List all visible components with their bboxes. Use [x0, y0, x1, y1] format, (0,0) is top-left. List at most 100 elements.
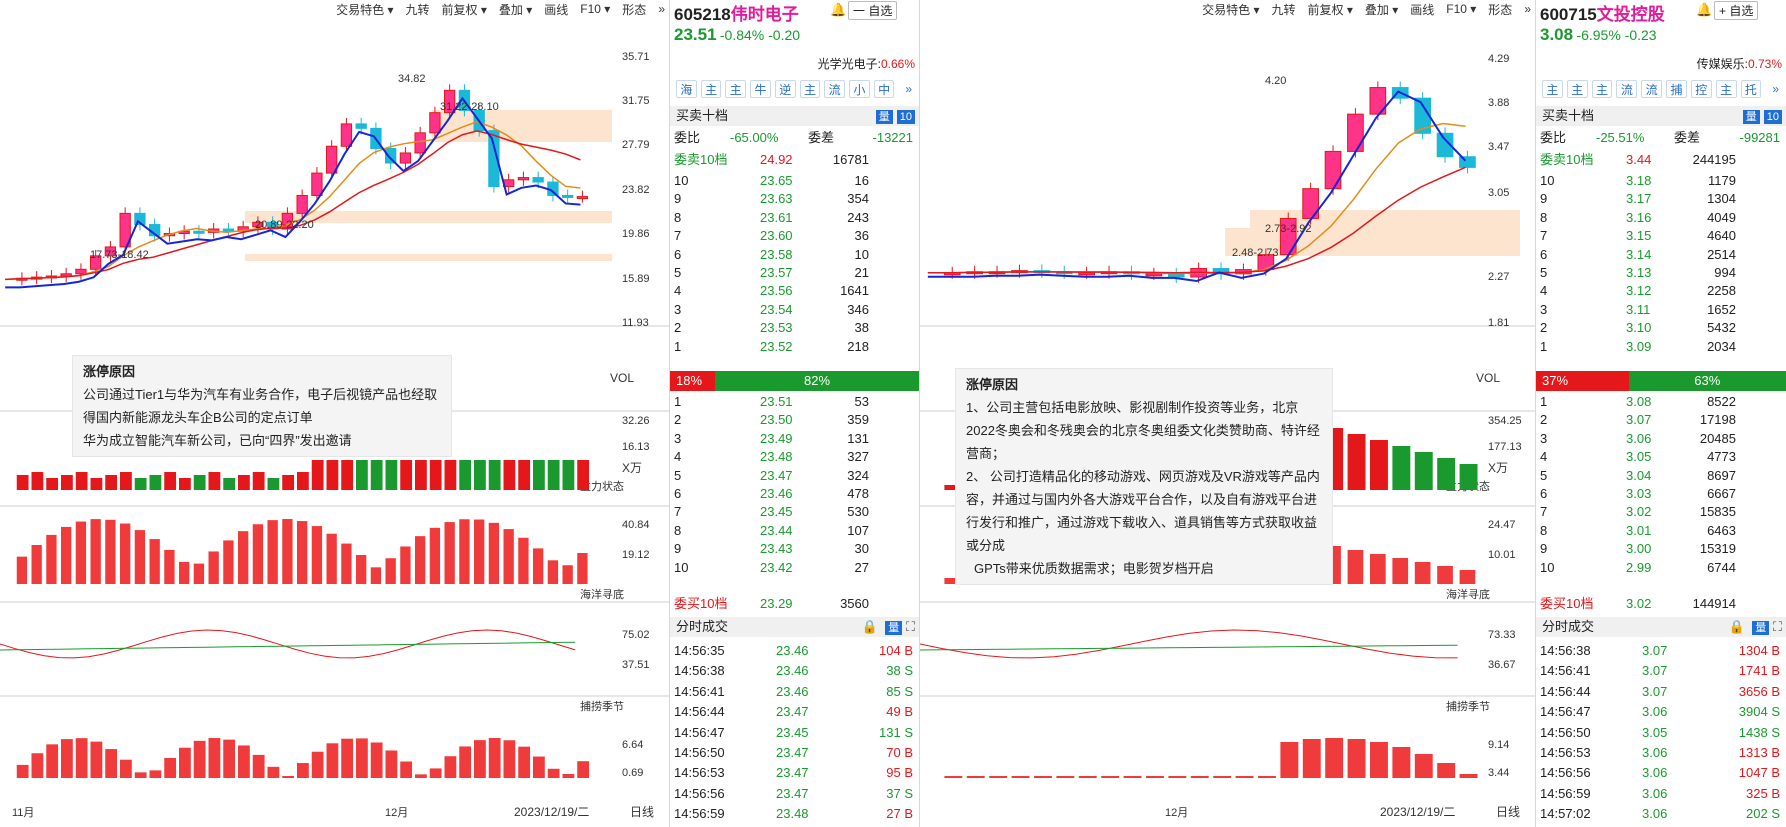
- depth-chip[interactable]: 10: [896, 110, 915, 124]
- volume-bar: [385, 460, 398, 490]
- indicator-tab[interactable]: 主: [1542, 80, 1563, 98]
- ask-row[interactable]: 6 3.14 2514: [1536, 246, 1786, 264]
- ask-row[interactable]: 2 23.53 38: [670, 319, 919, 337]
- bid-level: 1: [1540, 394, 1548, 409]
- lock-icon[interactable]: 🔒 量 ⛶: [1728, 617, 1782, 637]
- osc-axis-label: 36.67: [1488, 659, 1516, 671]
- volume-chip[interactable]: 量: [875, 110, 893, 124]
- indicator-tab[interactable]: 流: [824, 80, 846, 98]
- bid-row[interactable]: 9 3.00 15319: [1536, 540, 1786, 558]
- toolbar-item[interactable]: 叠加 ▾: [499, 1, 532, 18]
- ask-row[interactable]: 7 3.15 4640: [1536, 227, 1786, 245]
- bid-row[interactable]: 10 2.99 6744: [1536, 559, 1786, 577]
- toolbar-item[interactable]: 形态: [622, 1, 646, 18]
- ask-row[interactable]: 6 23.58 10: [670, 246, 919, 264]
- bid-row[interactable]: 4 3.05 4773: [1536, 448, 1786, 466]
- bid-volume: 6463: [1707, 522, 1736, 538]
- toolbar-item[interactable]: 九转: [406, 1, 430, 18]
- ask-row[interactable]: 2 3.10 5432: [1536, 319, 1786, 337]
- toolbar-item[interactable]: 九转: [1272, 1, 1296, 18]
- bid-row[interactable]: 2 23.50 359: [670, 411, 919, 429]
- toolbar-more-icon[interactable]: »: [1524, 2, 1531, 16]
- ask-row[interactable]: 9 3.17 1304: [1536, 190, 1786, 208]
- candlestick: [193, 230, 205, 234]
- toolbar-item[interactable]: 前复权 ▾: [1308, 1, 1353, 18]
- right-chart-panel[interactable]: 交易特色 ▾ 九转 前复权 ▾ 叠加 ▾ 画线 F10 ▾ 形态 » 4.29 3.88 3.47…: [920, 0, 1536, 827]
- ask-row[interactable]: 8 23.61 243: [670, 209, 919, 227]
- bid-row[interactable]: 9 23.43 30: [670, 540, 919, 558]
- bid-row[interactable]: 4 23.48 327: [670, 448, 919, 466]
- ask-row[interactable]: 9 23.63 354: [670, 190, 919, 208]
- bid-row[interactable]: 8 23.44 107: [670, 522, 919, 540]
- volume-chip[interactable]: 量: [1742, 110, 1760, 124]
- toolbar-item[interactable]: F10 ▾: [580, 2, 610, 16]
- depth-chip[interactable]: 10: [1763, 110, 1782, 124]
- indicator-tab[interactable]: 主: [799, 80, 821, 98]
- bid-volume: 20485: [1699, 430, 1736, 446]
- volume-chip[interactable]: 量: [885, 621, 903, 635]
- bid-row[interactable]: 3 3.06 20485: [1536, 430, 1786, 448]
- bid-row[interactable]: 1 3.08 8522: [1536, 393, 1786, 411]
- toolbar-item[interactable]: F10 ▾: [1446, 2, 1476, 16]
- indicator-tab[interactable]: 逆: [774, 80, 796, 98]
- bid-price: 23.46: [760, 486, 793, 501]
- indicator-tab[interactable]: 牛: [750, 80, 771, 98]
- watchlist-button[interactable]: + 自选: [1714, 1, 1759, 20]
- toolbar-more-icon[interactable]: »: [658, 2, 665, 16]
- bid-row[interactable]: 3 23.49 131: [670, 430, 919, 448]
- ask-row[interactable]: 8 3.16 4049: [1536, 209, 1786, 227]
- bid-row[interactable]: 7 23.45 530: [670, 503, 919, 521]
- volume-bar: [120, 472, 132, 490]
- indicator-tab[interactable]: 流: [1616, 80, 1638, 98]
- ask-row[interactable]: 7 23.60 36: [670, 227, 919, 245]
- indicator-tab[interactable]: 主: [725, 80, 747, 98]
- toolbar-item[interactable]: 交易特色 ▾: [1202, 1, 1259, 18]
- ask-row[interactable]: 1 3.09 2034: [1536, 338, 1786, 356]
- indicator-tab[interactable]: 捕: [1666, 80, 1687, 98]
- expand-icon[interactable]: »: [898, 80, 919, 98]
- left-chart-panel[interactable]: 交易特色 ▾ 九转 前复权 ▾ 叠加 ▾ 画线 F10 ▾ 形态 » 35.71 31.75 27…: [0, 0, 670, 827]
- indicator-tab[interactable]: 中: [873, 80, 895, 98]
- indicator-tab[interactable]: 主: [700, 80, 722, 98]
- expand-icon[interactable]: »: [1765, 80, 1786, 98]
- toolbar-item[interactable]: 形态: [1488, 1, 1512, 18]
- bid-row[interactable]: 1 23.51 53: [670, 393, 919, 411]
- indicator-tab[interactable]: 流: [1641, 80, 1663, 98]
- indicator-tab[interactable]: 主: [1566, 80, 1588, 98]
- bid-row[interactable]: 8 3.01 6463: [1536, 522, 1786, 540]
- ask-row[interactable]: 4 3.12 2258: [1536, 282, 1786, 300]
- ask-row[interactable]: 1 23.52 218: [670, 338, 919, 356]
- bid-row[interactable]: 7 3.02 15835: [1536, 503, 1786, 521]
- toolbar-item[interactable]: 画线: [544, 1, 568, 18]
- ask-row[interactable]: 10 23.65 16: [670, 172, 919, 190]
- indicator-tab[interactable]: 主: [1715, 80, 1737, 98]
- bid-row[interactable]: 5 3.04 8697: [1536, 467, 1786, 485]
- bell-icon[interactable]: 🔔: [1696, 2, 1712, 18]
- toolbar-item[interactable]: 交易特色 ▾: [336, 1, 393, 18]
- indicator-tab[interactable]: 控: [1690, 80, 1712, 98]
- toolbar-item[interactable]: 前复权 ▾: [442, 1, 487, 18]
- toolbar-item[interactable]: 画线: [1410, 1, 1434, 18]
- ask-row[interactable]: 5 3.13 994: [1536, 264, 1786, 282]
- bid-row[interactable]: 6 23.46 478: [670, 485, 919, 503]
- ask-row[interactable]: 3 23.54 346: [670, 301, 919, 319]
- indicator-tab[interactable]: 托: [1740, 80, 1762, 98]
- bid-row[interactable]: 2 3.07 17198: [1536, 411, 1786, 429]
- season-bar: [356, 738, 368, 778]
- bid-row[interactable]: 6 3.03 6667: [1536, 485, 1786, 503]
- indicator-tab[interactable]: 主: [1591, 80, 1613, 98]
- ask-row[interactable]: 3 3.11 1652: [1536, 301, 1786, 319]
- ask-row[interactable]: 4 23.56 1641: [670, 282, 919, 300]
- bell-icon[interactable]: 🔔: [830, 2, 846, 18]
- mainforce-bar: [105, 519, 116, 584]
- indicator-tab[interactable]: 小: [849, 80, 870, 98]
- toolbar-item[interactable]: 叠加 ▾: [1365, 1, 1398, 18]
- volume-chip[interactable]: 量: [1752, 621, 1770, 635]
- watchlist-button[interactable]: 一 自选: [848, 1, 898, 20]
- indicator-tab[interactable]: 海: [676, 80, 697, 98]
- ask-row[interactable]: 10 3.18 1179: [1536, 172, 1786, 190]
- ask-row[interactable]: 5 23.57 21: [670, 264, 919, 282]
- bid-row[interactable]: 5 23.47 324: [670, 467, 919, 485]
- lock-icon[interactable]: 🔒 量 ⛶: [861, 617, 915, 637]
- bid-row[interactable]: 10 23.42 27: [670, 559, 919, 577]
